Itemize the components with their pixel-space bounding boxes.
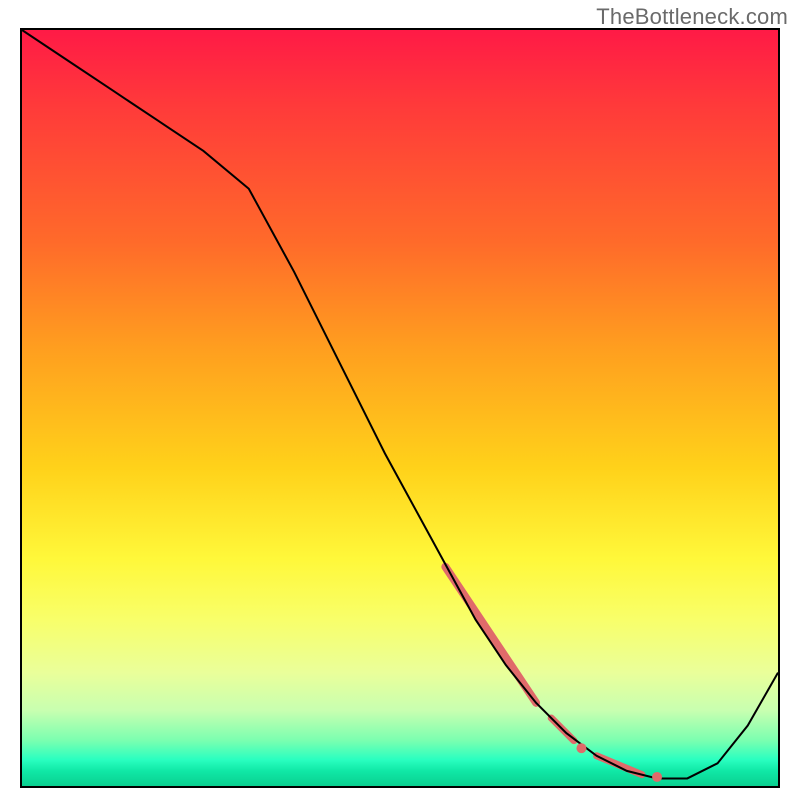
- highlight-point: [652, 772, 662, 782]
- bottleneck-curve: [22, 30, 778, 778]
- highlight-layer: [445, 567, 642, 775]
- plot-area: [20, 28, 780, 788]
- chart-svg: [22, 30, 778, 786]
- highlight-point: [576, 743, 586, 753]
- watermark-label: TheBottleneck.com: [596, 4, 788, 30]
- chart-container: TheBottleneck.com: [0, 0, 800, 800]
